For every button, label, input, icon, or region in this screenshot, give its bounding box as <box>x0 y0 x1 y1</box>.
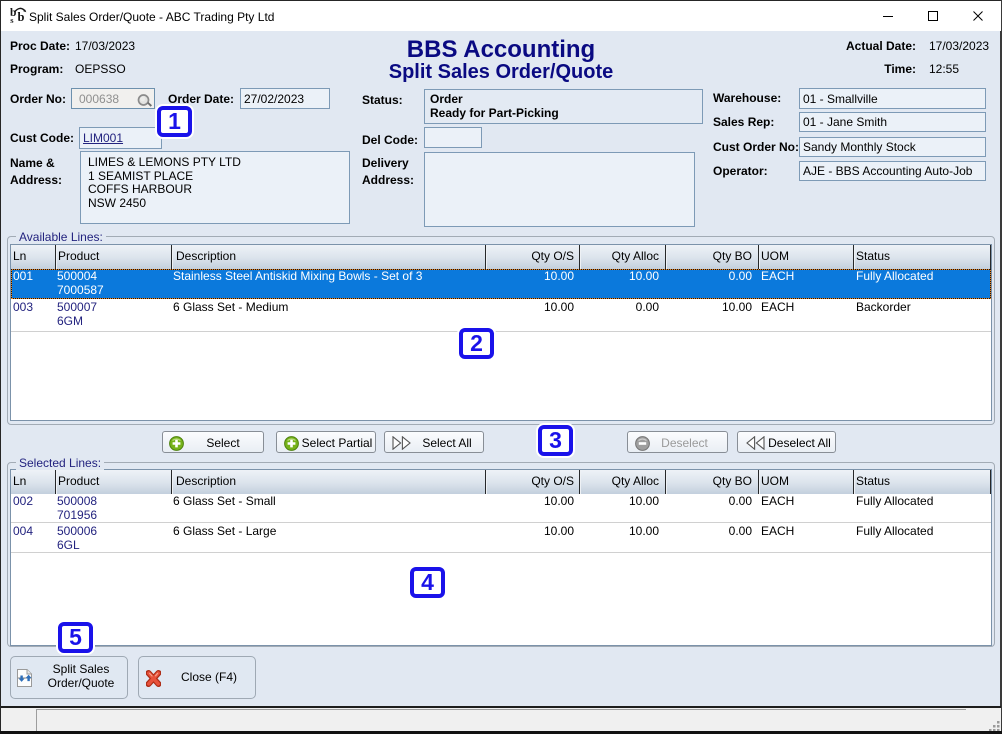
svg-text:b: b <box>18 10 25 24</box>
